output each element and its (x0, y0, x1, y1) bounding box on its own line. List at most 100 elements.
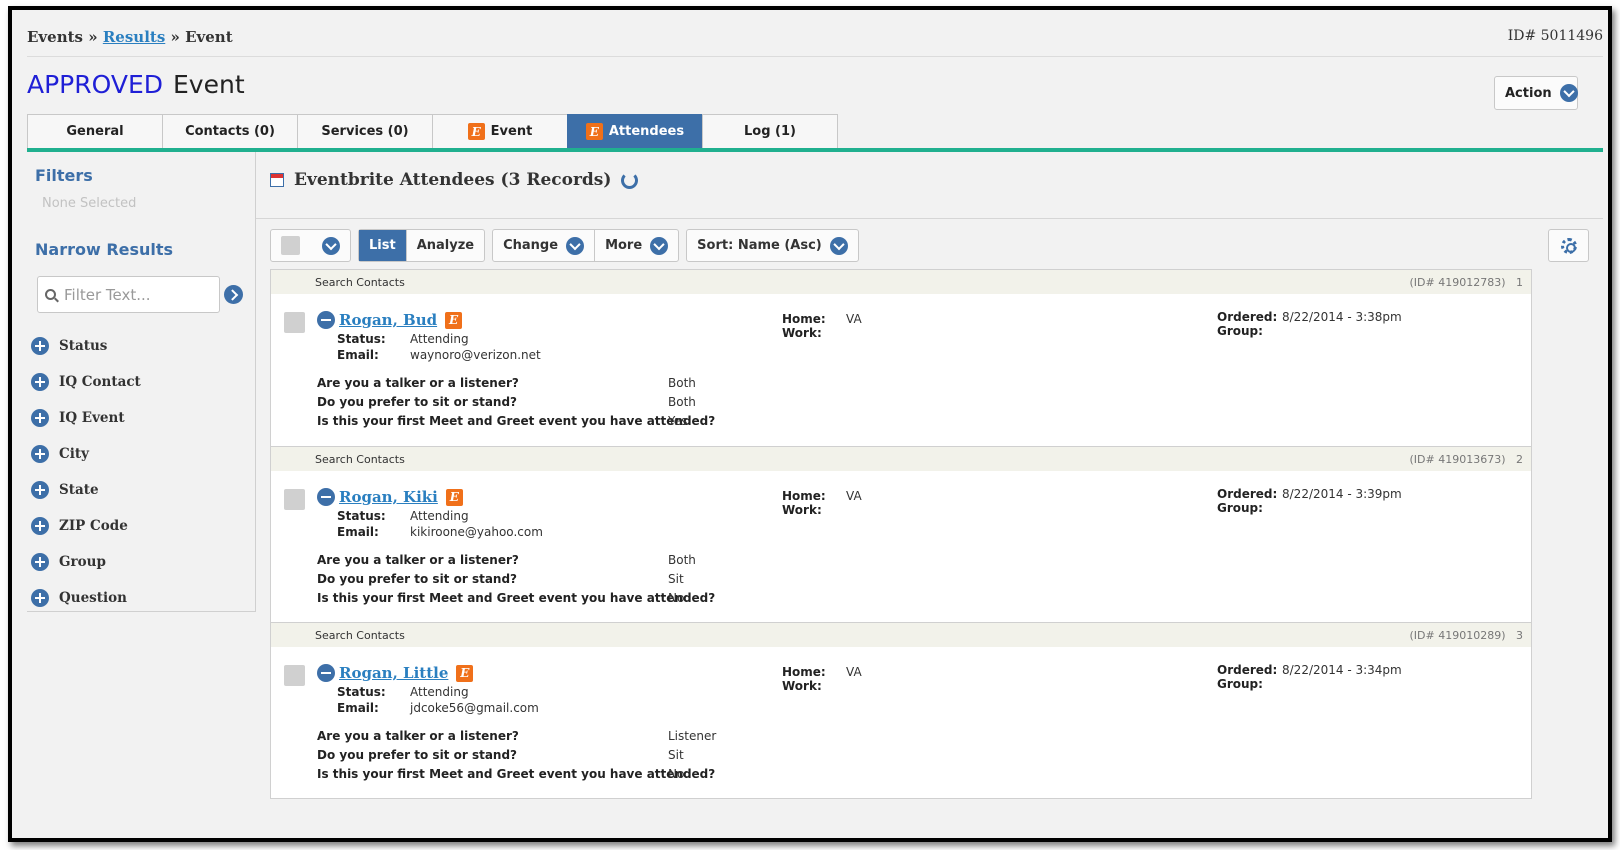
status-label: Status: (337, 685, 386, 699)
facet-iq-event[interactable]: IQ Event (31, 409, 125, 427)
search-contacts-link[interactable]: Search Contacts (315, 629, 405, 642)
facet-label: City (59, 446, 89, 462)
facet-label: ZIP Code (59, 518, 128, 534)
breadcrumb-events: Events (27, 28, 83, 46)
facet-iq-contact[interactable]: IQ Contact (31, 373, 141, 391)
chevron-down-icon (322, 236, 340, 255)
action-label: Action (1505, 85, 1552, 101)
page-title-text: Event (173, 70, 245, 99)
minus-icon[interactable] (317, 488, 335, 506)
answer-talker: Both (668, 553, 696, 567)
panel-header: Eventbrite Attendees (3 Records) (270, 170, 639, 190)
record-id: ID# 5011496 (1507, 28, 1603, 44)
eventbrite-icon: E (445, 488, 463, 506)
group-label: Group: (1217, 324, 1263, 338)
facet-status[interactable]: Status (31, 337, 107, 355)
eventbrite-icon: E (456, 664, 474, 682)
tab-label: General (66, 124, 124, 139)
work-label: Work: (782, 503, 822, 517)
app-window: Events » Results » Event ID# 5011496 APP… (8, 6, 1612, 842)
attendee-name-link[interactable]: Rogan, Bud (339, 311, 437, 329)
attendee-name-link[interactable]: Rogan, Little (339, 664, 448, 682)
question-first-event: Is this your first Meet and Greet event … (317, 591, 716, 605)
more-button[interactable]: More (594, 230, 678, 261)
home-value: VA (846, 489, 862, 503)
search-contacts-link[interactable]: Search Contacts (315, 453, 405, 466)
facet-label: IQ Contact (59, 374, 141, 390)
record-checkbox[interactable] (284, 489, 305, 510)
tab-event[interactable]: E Event (432, 114, 568, 148)
chevron-down-icon (566, 236, 585, 255)
facet-zip-code[interactable]: ZIP Code (31, 517, 128, 535)
filter-go-button[interactable] (224, 285, 243, 304)
home-value: VA (846, 312, 862, 326)
refresh-icon[interactable] (621, 171, 639, 189)
record-index: 3 (1516, 629, 1523, 642)
tab-log[interactable]: Log (1) (702, 114, 838, 148)
minus-icon[interactable] (317, 664, 335, 682)
calendar-icon (270, 173, 284, 187)
email-value: waynoro@verizon.net (410, 348, 541, 362)
question-sit-stand: Do you prefer to sit or stand? (317, 395, 518, 409)
select-all-checkbox[interactable] (281, 236, 300, 255)
facet-state[interactable]: State (31, 481, 99, 499)
facet-label: Question (59, 590, 127, 606)
sidebar: Filters None Selected Narrow Results Sta… (27, 152, 256, 612)
group-label: Group: (1217, 501, 1263, 515)
eventbrite-icon: E (467, 123, 485, 140)
question-sit-stand: Do you prefer to sit or stand? (317, 572, 518, 586)
question-first-event: Is this your first Meet and Greet event … (317, 767, 716, 781)
attendee-list: Search Contacts (ID# 419012783) 1 Rogan,… (270, 269, 1532, 799)
record-header: Search Contacts (ID# 419013673) 2 (271, 447, 1531, 471)
breadcrumb: Events » Results » Event (27, 28, 233, 46)
email-label: Email: (337, 701, 379, 715)
attendee-record: Search Contacts (ID# 419013673) 2 Rogan,… (271, 446, 1531, 622)
approval-status: APPROVED (27, 70, 164, 99)
record-checkbox[interactable] (284, 312, 305, 333)
record-checkbox[interactable] (284, 665, 305, 686)
search-contacts-link[interactable]: Search Contacts (315, 276, 405, 289)
tab-services[interactable]: Services (0) (297, 114, 433, 148)
sort-button[interactable]: Sort: Name (Asc) (687, 230, 858, 261)
facet-question[interactable]: Question (31, 589, 127, 607)
record-index: 2 (1516, 453, 1523, 466)
select-all-control[interactable] (271, 230, 350, 261)
select-all-dropdown[interactable] (270, 229, 351, 262)
tab-attendees[interactable]: E Attendees (567, 114, 703, 148)
attendee-record: Search Contacts (ID# 419012783) 1 Rogan,… (271, 270, 1531, 446)
question-talker: Are you a talker or a listener? (317, 553, 519, 567)
facet-label: IQ Event (59, 410, 125, 426)
tab-general[interactable]: General (27, 114, 163, 148)
home-label: Home: (782, 489, 826, 503)
record-id-index: (ID# 419012783) 1 (1410, 276, 1524, 289)
plus-icon (31, 409, 49, 427)
record-index: 1 (1516, 276, 1523, 289)
list-view-button[interactable]: List (359, 230, 406, 261)
email-label: Email: (337, 348, 379, 362)
breadcrumb-results-link[interactable]: Results (103, 28, 165, 46)
minus-icon[interactable] (317, 311, 335, 329)
attendee-name-row: Rogan, Kiki E (317, 488, 463, 506)
change-button[interactable]: Change (493, 230, 594, 261)
analyze-view-button[interactable]: Analyze (405, 230, 484, 261)
record-header: Search Contacts (ID# 419010289) 3 (271, 623, 1531, 647)
attendee-name-row: Rogan, Bud E (317, 311, 463, 329)
plus-icon (31, 553, 49, 571)
search-icon (45, 289, 56, 300)
facet-group[interactable]: Group (31, 553, 106, 571)
filter-text-input[interactable] (64, 285, 204, 304)
attendees-panel: Eventbrite Attendees (3 Records) List An… (256, 152, 1603, 822)
answer-talker: Both (668, 376, 696, 390)
tab-contacts[interactable]: Contacts (0) (162, 114, 298, 148)
settings-button[interactable] (1548, 229, 1589, 262)
facet-city[interactable]: City (31, 445, 89, 463)
filter-text-field[interactable] (37, 276, 220, 313)
attendee-id: (ID# 419010289) (1409, 629, 1506, 642)
work-label: Work: (782, 679, 822, 693)
facet-label: State (59, 482, 99, 498)
divider (256, 218, 1603, 219)
status-value: Attending (410, 509, 469, 523)
attendee-name-link[interactable]: Rogan, Kiki (339, 488, 438, 506)
action-button[interactable]: Action (1494, 76, 1578, 110)
tab-label: Event (490, 124, 533, 139)
